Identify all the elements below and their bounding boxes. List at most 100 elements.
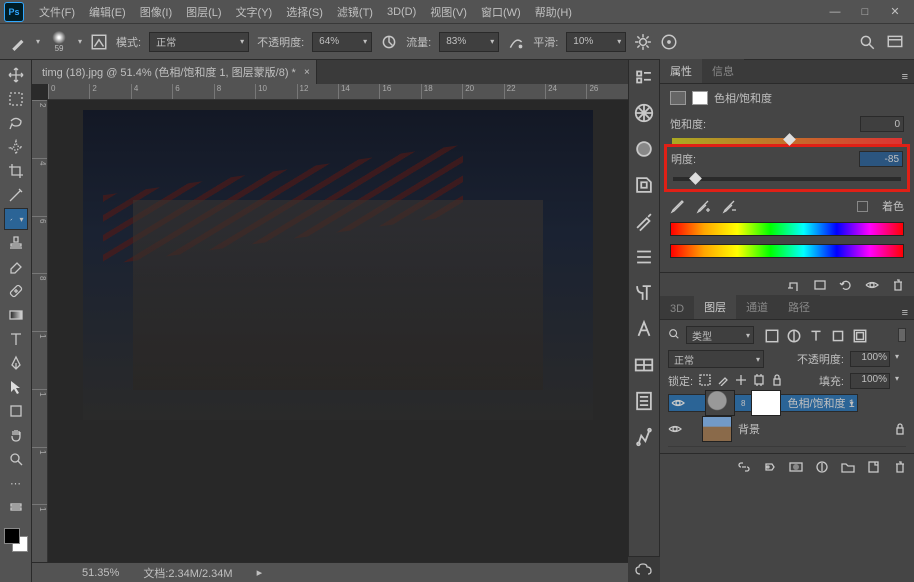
history-panel-icon[interactable]	[633, 66, 655, 88]
menu-file[interactable]: 文件(F)	[32, 4, 82, 20]
link-icon[interactable]: 8	[741, 399, 745, 408]
brush-preview[interactable]: 59	[48, 31, 70, 53]
reset-icon[interactable]	[838, 278, 854, 292]
fill-value[interactable]: 100%	[850, 373, 890, 389]
spectrum-bottom[interactable]	[670, 244, 904, 258]
stamp-tool[interactable]	[4, 232, 28, 254]
filter-type-icon[interactable]	[808, 328, 824, 342]
layer-style-icon[interactable]	[762, 460, 778, 474]
spectrum-top[interactable]	[670, 222, 904, 236]
brush-settings-panel-icon[interactable]	[633, 246, 655, 268]
quick-select-tool[interactable]	[4, 136, 28, 158]
toggle-visibility-icon[interactable]	[864, 278, 880, 292]
ruler-horizontal[interactable]: 02468101214161820222426	[48, 84, 628, 100]
gradient-tool[interactable]	[4, 304, 28, 326]
close-tab-icon[interactable]: ×	[304, 67, 310, 78]
menu-type[interactable]: 文字(Y)	[229, 4, 280, 20]
layer-name[interactable]: 背景	[738, 421, 888, 437]
eyedropper-tool[interactable]	[4, 184, 28, 206]
edit-toolbar-icon[interactable]	[4, 496, 28, 518]
layer-name[interactable]: 色相/饱和度 1	[787, 395, 854, 411]
filter-shape-icon[interactable]	[830, 328, 846, 342]
window-maximize-icon[interactable]: □	[850, 2, 880, 22]
pressure-opacity-icon[interactable]	[380, 33, 398, 51]
cc-libraries-icon[interactable]	[628, 556, 660, 582]
pen-tool[interactable]	[4, 352, 28, 374]
brushes-panel-icon[interactable]	[633, 210, 655, 232]
menu-edit[interactable]: 编辑(E)	[82, 4, 133, 20]
type-tool[interactable]	[4, 328, 28, 350]
delete-adjustment-icon[interactable]	[890, 278, 906, 292]
lock-position-icon[interactable]	[735, 374, 747, 389]
brush-panel-icon[interactable]	[90, 33, 108, 51]
blend-mode-select[interactable]: 正常	[149, 32, 249, 52]
saturation-slider[interactable]	[672, 138, 902, 144]
menu-filter[interactable]: 滤镜(T)	[330, 4, 380, 20]
clip-to-layer-icon[interactable]	[786, 278, 802, 292]
color-swatches[interactable]	[4, 528, 28, 552]
adjustment-layer-thumb[interactable]	[705, 390, 735, 416]
filter-search-icon[interactable]	[668, 328, 680, 343]
filter-toggle-switch[interactable]	[898, 328, 906, 342]
search-icon[interactable]	[858, 33, 876, 51]
character-panel-icon[interactable]	[633, 318, 655, 340]
zoom-readout[interactable]: 51.35%	[82, 567, 119, 579]
zoom-tool[interactable]	[4, 448, 28, 470]
new-group-icon[interactable]	[840, 460, 856, 474]
eyedropper-add-icon[interactable]	[696, 198, 712, 214]
lightness-input[interactable]	[859, 151, 903, 167]
hand-tool[interactable]	[4, 424, 28, 446]
visibility-icon[interactable]	[668, 423, 682, 435]
layer-row-background[interactable]: 背景	[668, 412, 906, 447]
new-adjustment-icon[interactable]	[814, 460, 830, 474]
brush-tool[interactable]	[4, 208, 28, 230]
pressure-size-icon[interactable]	[660, 33, 678, 51]
filter-adjustment-icon[interactable]	[786, 328, 802, 342]
crop-tool[interactable]	[4, 160, 28, 182]
link-layers-icon[interactable]	[736, 460, 752, 474]
adjustments-panel-icon[interactable]	[633, 426, 655, 448]
visibility-icon[interactable]	[671, 397, 685, 409]
view-previous-icon[interactable]	[812, 278, 828, 292]
delete-layer-icon[interactable]	[892, 460, 908, 474]
toolbar-more-icon[interactable]: ⋯	[4, 472, 28, 494]
layer-row-huesat[interactable]: 8 色相/饱和度 1	[668, 394, 858, 412]
ruler-vertical[interactable]: 24681111	[32, 100, 48, 562]
tab-properties[interactable]: 属性	[660, 59, 702, 83]
lock-all-icon[interactable]	[771, 374, 783, 389]
tab-info[interactable]: 信息	[702, 59, 744, 83]
lasso-tool[interactable]	[4, 112, 28, 134]
flow-value[interactable]: 83%	[439, 32, 499, 52]
brush-tool-caret-icon[interactable]: ▾	[36, 37, 40, 46]
menu-layer[interactable]: 图层(L)	[179, 4, 228, 20]
shape-tool[interactable]	[4, 400, 28, 422]
tab-3d[interactable]: 3D	[660, 299, 694, 319]
status-caret-icon[interactable]: ▸	[257, 566, 263, 579]
layers-menu-icon[interactable]: ≡	[896, 307, 914, 319]
window-minimize-icon[interactable]: —	[820, 2, 850, 22]
lock-artboard-icon[interactable]	[753, 374, 765, 389]
smoothing-gear-icon[interactable]	[634, 33, 652, 51]
menu-help[interactable]: 帮助(H)	[528, 4, 579, 20]
tab-layers[interactable]: 图层	[694, 295, 736, 319]
filter-type-select[interactable]: 类型	[686, 326, 754, 344]
layer-mask-thumb[interactable]	[751, 390, 781, 416]
layer-mask-icon[interactable]	[788, 460, 804, 474]
lock-pixels-icon[interactable]	[717, 374, 729, 389]
styles-panel-icon[interactable]	[633, 354, 655, 376]
move-tool[interactable]	[4, 64, 28, 86]
doc-info[interactable]: 文档:2.34M/2.34M	[143, 565, 232, 581]
airbrush-icon[interactable]	[507, 33, 525, 51]
filter-pixel-icon[interactable]	[764, 328, 780, 342]
menu-3d[interactable]: 3D(D)	[380, 6, 423, 18]
healing-tool[interactable]	[4, 280, 28, 302]
menu-image[interactable]: 图像(I)	[133, 4, 179, 20]
eraser-tool[interactable]	[4, 256, 28, 278]
layer-thumb[interactable]	[702, 416, 732, 442]
menu-window[interactable]: 窗口(W)	[474, 4, 528, 20]
marquee-tool[interactable]	[4, 88, 28, 110]
panel-menu-icon[interactable]: ≡	[896, 71, 914, 83]
filter-smart-icon[interactable]	[852, 328, 868, 342]
navigator-panel-icon[interactable]	[633, 102, 655, 124]
menu-select[interactable]: 选择(S)	[279, 4, 330, 20]
